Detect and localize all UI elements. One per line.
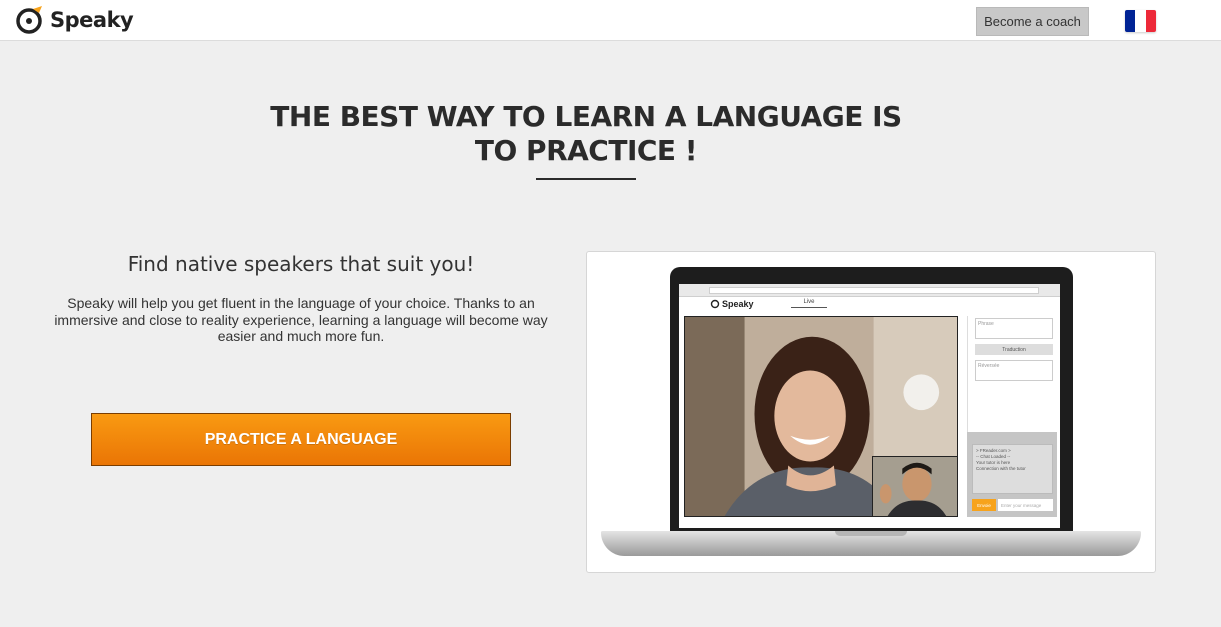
laptop-base [601, 531, 1141, 556]
title-divider [536, 178, 636, 180]
translation-button: Traduction [975, 344, 1053, 355]
become-a-coach-button[interactable]: Become a coach [976, 7, 1089, 36]
screen-owl-icon [710, 299, 720, 309]
flag-red-stripe [1145, 10, 1156, 32]
speaky-logo[interactable]: Speaky [15, 5, 134, 35]
top-navigation-bar: Speaky Become a coach [0, 0, 1221, 41]
hero-title-line2: TO PRACTICE ! [474, 134, 698, 167]
browser-url-field [709, 287, 1039, 294]
intro-subheading: Find native speakers that suit you! [127, 252, 475, 276]
screen-live-tab: Live [791, 299, 827, 308]
speaky-owl-icon [16, 6, 42, 34]
chat-panel: > FReader.com > -- Chat Loaded -- Your t… [967, 432, 1057, 517]
reverse-translation-input: Réversée [975, 360, 1053, 381]
practice-a-language-button[interactable]: PRACTICE A LANGUAGE [91, 413, 511, 466]
flag-blue-stripe [1125, 10, 1136, 32]
logo-text: Speaky [50, 8, 134, 32]
hero-title: THE BEST WAY TO LEARN A LANGUAGE IS TO P… [260, 100, 912, 168]
flag-white-stripe [1135, 10, 1146, 32]
chat-message-input: Enter your message [998, 499, 1053, 511]
chat-log-line: Connection with the tutor [976, 466, 1026, 471]
screen-app-logo: Speaky [710, 299, 754, 309]
student-video-image [873, 457, 957, 516]
laptop-base-notch [835, 531, 907, 536]
laptop-screen: Speaky Live Phrase Traduction Réversée >… [679, 284, 1060, 528]
phrase-input: Phrase [975, 318, 1053, 339]
french-flag-icon[interactable] [1125, 10, 1156, 32]
intro-description: Speaky will help you get fluent in the l… [54, 295, 548, 344]
chat-log: > FReader.com > -- Chat Loaded -- Your t… [972, 444, 1053, 494]
screen-app-logo-text: Speaky [722, 299, 754, 309]
chat-send-button: Envoie [972, 499, 996, 511]
translation-panel: Phrase Traduction Réversée [967, 316, 1057, 436]
hero-title-line1: THE BEST WAY TO LEARN A LANGUAGE IS [270, 100, 902, 133]
browser-toolbar [679, 284, 1060, 297]
student-video-thumbnail [872, 456, 958, 517]
